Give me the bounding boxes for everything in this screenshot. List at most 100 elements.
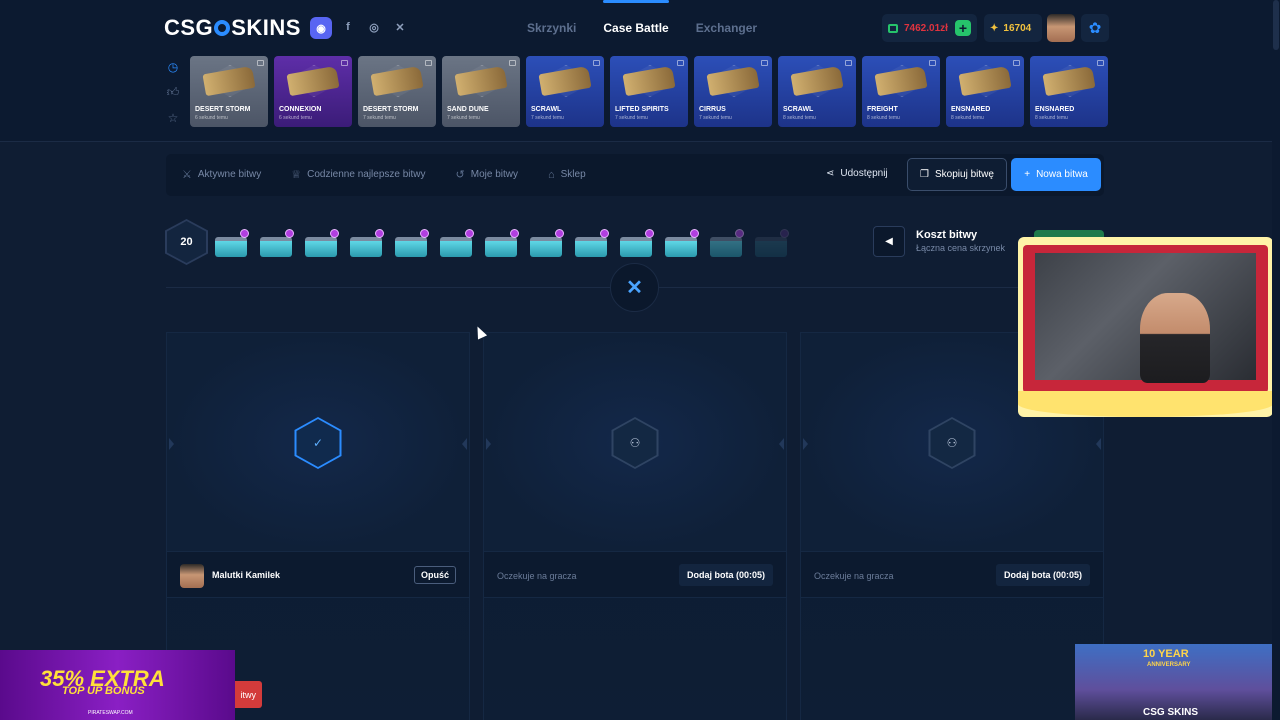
wallet-icon [888, 23, 898, 33]
arrow-right-icon [1096, 438, 1101, 450]
drop-item[interactable]: SAND DUNE 7 sekund temu [442, 56, 520, 127]
user-avatar[interactable] [1047, 14, 1075, 42]
arrow-left-icon [803, 438, 808, 450]
nav-case-battle[interactable]: Case Battle [603, 0, 670, 35]
drop-time: 8 sekund temu [1035, 115, 1068, 121]
tab-active-battles[interactable]: ⚔ Aktywne bitwy [182, 168, 261, 181]
case-box-icon [485, 237, 517, 257]
case-item[interactable] [710, 229, 744, 259]
case-item[interactable] [665, 229, 699, 259]
drop-time: 8 sekund temu [783, 115, 816, 121]
points-box[interactable]: ✦ 16704 [984, 14, 1042, 42]
battles-button[interactable]: itwy [232, 681, 262, 708]
case-mini-icon [341, 60, 348, 66]
case-badge-icon [510, 229, 519, 238]
site-logo[interactable]: CSG SKINS [164, 15, 301, 41]
drop-item[interactable]: SCRAWL 8 sekund temu [778, 56, 856, 127]
case-item[interactable] [755, 229, 789, 259]
star-icon[interactable]: ☆ [166, 111, 180, 125]
drop-name: DESERT STORM [363, 106, 419, 113]
thumbs-up-icon[interactable]: 👍︎ [166, 85, 180, 100]
case-item[interactable] [575, 229, 609, 259]
weapon-image [538, 65, 592, 97]
weapon-image [622, 65, 676, 97]
discord-icon[interactable]: ◉ [310, 17, 332, 39]
battle-toolbar: ⚔ Aktywne bitwy ♕ Codzienne najlepsze bitw… [166, 154, 1104, 196]
case-box-icon [530, 237, 562, 257]
drop-name: SAND DUNE [447, 106, 489, 113]
case-item[interactable] [485, 229, 519, 259]
weapon-image [874, 65, 928, 97]
case-item[interactable] [620, 229, 654, 259]
drop-name: SCRAWL [783, 106, 814, 113]
case-item[interactable] [215, 229, 249, 259]
drop-item[interactable]: LIFTED SPIRITS 7 sekund temu [610, 56, 688, 127]
scrollbar-thumb[interactable] [1273, 0, 1279, 50]
promo-site: PIRATESWAP.COM [88, 710, 133, 716]
drop-item[interactable]: SCRAWL 7 sekund temu [526, 56, 604, 127]
top-header: CSG SKINS ◉ f ◎ ✕ Skrzynki Case Battle Ex… [0, 0, 1280, 142]
case-mini-icon [761, 60, 768, 66]
leave-button[interactable]: Opuść [413, 566, 456, 584]
weapon-image [370, 65, 424, 97]
add-bot-button[interactable]: Dodaj bota (00:05) [678, 564, 773, 586]
share-button[interactable]: ⋖ Udostępnij [826, 168, 888, 179]
add-bot-button[interactable]: Dodaj bota (00:05) [995, 564, 1090, 586]
tab-my-battles[interactable]: ↺ Moje bitwy [456, 168, 518, 181]
nav-cases[interactable]: Skrzynki [527, 21, 576, 35]
anniversary-title: 10 YEAR [1143, 648, 1189, 660]
weapon-image [202, 65, 256, 97]
promo-banner[interactable]: 35% EXTRA TOP UP BONUS PIRATESWAP.COM [0, 650, 235, 720]
facebook-icon[interactable]: f [338, 17, 358, 37]
deposit-plus-icon[interactable]: + [955, 20, 971, 36]
drop-item[interactable]: FREIGHT 8 sekund temu [862, 56, 940, 127]
webcam-overlay [1018, 237, 1273, 417]
case-box-icon [665, 237, 697, 257]
tab-shop[interactable]: ⌂ Sklep [548, 168, 586, 181]
drop-time: 8 sekund temu [867, 115, 900, 121]
tab-daily-best[interactable]: ♕ Codzienne najlepsze bitwy [291, 168, 425, 181]
nav-exchanger[interactable]: Exchanger [696, 21, 757, 35]
drop-item[interactable]: DESERT STORM 7 sekund temu [358, 56, 436, 127]
webcam-feed [1035, 253, 1256, 383]
case-box-icon [305, 237, 337, 257]
case-mini-icon [929, 60, 936, 66]
copy-battle-button[interactable]: ❐ Skopiuj bitwę [907, 158, 1007, 191]
case-item[interactable] [305, 229, 339, 259]
drop-item[interactable]: DESERT STORM 6 sekund temu [190, 56, 268, 127]
x-icon[interactable]: ✕ [390, 17, 410, 37]
waiting-label: Oczekuje na gracza [497, 571, 577, 581]
scrollbar[interactable] [1272, 0, 1280, 720]
instagram-icon[interactable]: ◎ [364, 17, 384, 37]
case-item[interactable] [260, 229, 294, 259]
gear-icon[interactable]: ✿ [1081, 14, 1109, 42]
battle-cases [215, 229, 789, 259]
case-box-icon [440, 237, 472, 257]
clock-icon[interactable]: ◷ [166, 60, 180, 74]
battle-cost-subtitle: Łączna cena skrzynek [916, 243, 1006, 253]
arrow-right-icon [779, 438, 784, 450]
weapon-image [454, 65, 508, 97]
coin-icon: ✦ [990, 22, 999, 34]
case-mini-icon [677, 60, 684, 66]
drop-item[interactable]: ENSNARED 8 sekund temu [946, 56, 1024, 127]
caret-left-icon[interactable]: ◀ [873, 226, 905, 257]
drop-item[interactable]: CIRRUS 7 sekund temu [694, 56, 772, 127]
points-amount: 16704 [1003, 22, 1032, 34]
case-item[interactable] [350, 229, 384, 259]
anniversary-banner[interactable]: 10 YEAR ANNIVERSARY CSG SKINS [1075, 644, 1280, 720]
tab-label: Moje bitwy [470, 169, 518, 180]
drop-name: CIRRUS [699, 106, 726, 113]
case-badge-icon [375, 229, 384, 238]
new-battle-button[interactable]: + Nowa bitwa [1011, 158, 1101, 191]
balance-box[interactable]: 7462.01zł + [882, 14, 977, 42]
case-item[interactable] [395, 229, 429, 259]
drop-item[interactable]: CONNEXION 6 sekund temu [274, 56, 352, 127]
case-item[interactable] [440, 229, 474, 259]
empty-hex: ⚇ [928, 417, 976, 469]
share-icon: ⋖ [826, 168, 835, 179]
drop-name: LIFTED SPIRITS [615, 106, 669, 113]
case-item[interactable] [530, 229, 564, 259]
drop-name: CONNEXION [279, 106, 322, 113]
drop-item[interactable]: ENSNARED 8 sekund temu [1030, 56, 1108, 127]
